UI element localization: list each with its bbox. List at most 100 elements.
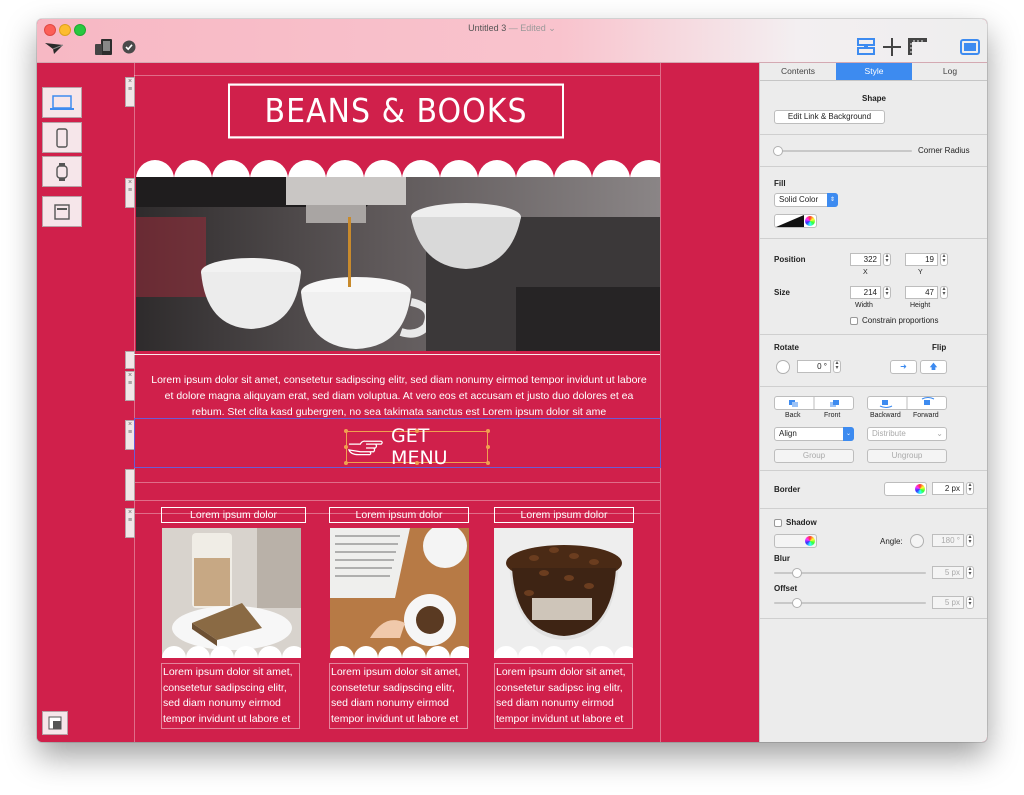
rotate-dial[interactable] <box>776 360 790 374</box>
column-text[interactable]: Lorem ipsum dolor sit amet, consetetur s… <box>494 663 633 729</box>
device-watch-button[interactable] <box>42 156 82 187</box>
latte-cake-photo[interactable] <box>162 528 301 658</box>
handle-drag-icon[interactable]: ≡ <box>128 517 132 524</box>
element-handle[interactable]: × ≡ <box>125 508 135 538</box>
resize-handle[interactable] <box>486 461 490 465</box>
book-coffee-photo[interactable] <box>330 528 469 658</box>
crosshair-icon[interactable] <box>881 37 903 57</box>
resize-handle[interactable] <box>415 461 419 465</box>
border-width-stepper[interactable]: ▴ ▾ <box>966 482 974 495</box>
blur-slider-knob[interactable] <box>792 568 802 578</box>
blur-field[interactable]: 5 px <box>932 566 964 579</box>
edit-link-background-button[interactable]: Edit Link & Background <box>774 110 885 124</box>
size-width-field[interactable]: 214 <box>850 286 881 299</box>
hero-coffee-photo[interactable] <box>136 177 660 351</box>
front-label: Front <box>824 412 841 419</box>
handle-close-icon[interactable]: × <box>128 509 132 516</box>
element-handle[interactable]: × ≡ <box>125 77 135 107</box>
page-settings-button[interactable] <box>42 711 68 735</box>
border-color-swatch[interactable] <box>884 482 927 496</box>
shadow-angle-field[interactable]: 180 ° <box>932 534 964 547</box>
shadow-label: Shadow <box>786 518 817 527</box>
corner-radius-slider-track[interactable] <box>776 150 912 152</box>
resize-handle[interactable] <box>344 461 348 465</box>
handle-drag-icon[interactable]: ≡ <box>128 86 132 93</box>
handle-close-icon[interactable]: × <box>128 372 132 379</box>
ungroup-button[interactable]: Ungroup <box>867 449 947 463</box>
select-chevron-icon: ⇕ <box>827 193 838 207</box>
tab-style[interactable]: Style <box>836 63 912 80</box>
checkmark-icon[interactable] <box>121 39 137 55</box>
element-handle[interactable]: × ≡ <box>125 178 135 208</box>
resize-handle[interactable] <box>415 429 419 433</box>
handle-drag-icon[interactable]: ≡ <box>128 429 132 436</box>
ruler-icon[interactable] <box>907 37 929 57</box>
handle-close-icon[interactable]: × <box>128 78 132 85</box>
position-y-field[interactable]: 19 <box>905 253 938 266</box>
intro-paragraph[interactable]: Lorem ipsum dolor sit amet, consetetur s… <box>147 372 651 420</box>
backward-forward-segmented[interactable] <box>867 396 947 410</box>
column-text[interactable]: Lorem ipsum dolor sit amet, consetetur s… <box>329 663 468 729</box>
size-height-field[interactable]: 47 <box>905 286 938 299</box>
column-heading[interactable]: Lorem ipsum dolor <box>161 507 306 523</box>
distribute-select[interactable]: Distribute ⌄ <box>867 427 947 441</box>
size-height-stepper[interactable]: ▴ ▾ <box>940 286 948 299</box>
resize-handle[interactable] <box>486 429 490 433</box>
resize-handle[interactable] <box>486 445 490 449</box>
rotate-stepper[interactable]: ▴ ▾ <box>833 360 841 373</box>
align-select[interactable]: Align ⌄ <box>774 427 854 441</box>
shadow-color-swatch[interactable] <box>774 534 817 548</box>
inspector-panel-icon[interactable] <box>959 37 981 57</box>
corner-radius-slider-knob[interactable] <box>773 146 783 156</box>
shadow-angle-stepper[interactable]: ▴ ▾ <box>966 534 974 547</box>
position-x-field[interactable]: 322 <box>850 253 881 266</box>
offset-slider-knob[interactable] <box>792 598 802 608</box>
tab-contents[interactable]: Contents <box>760 63 836 80</box>
position-x-stepper[interactable]: ▴ ▾ <box>883 253 891 266</box>
flip-horizontal-button[interactable]: ➜ <box>890 360 917 374</box>
element-handle[interactable]: × ≡ <box>125 371 135 401</box>
shadow-checkbox[interactable] <box>774 519 782 527</box>
handle-drag-icon[interactable]: ≡ <box>128 380 132 387</box>
backward-label: Backward <box>870 412 901 419</box>
constrain-proportions-checkbox[interactable] <box>850 317 858 325</box>
device-phone-button[interactable] <box>42 122 82 153</box>
layout-rows-icon[interactable] <box>855 37 877 57</box>
back-front-segmented[interactable] <box>774 396 854 410</box>
logo-text-box[interactable]: BEANS & BOOKS <box>228 83 564 139</box>
handle-close-icon[interactable]: × <box>128 179 132 186</box>
fill-mode-select[interactable]: Solid Color ⇕ <box>774 193 838 207</box>
color-wheel-icon <box>805 536 815 546</box>
group-button[interactable]: Group <box>774 449 854 463</box>
offset-stepper[interactable]: ▴ ▾ <box>966 596 974 609</box>
get-menu-label: GET MENU <box>391 425 448 469</box>
column-text[interactable]: Lorem ipsum dolor sit amet, consetetur s… <box>161 663 300 729</box>
devices-icon[interactable] <box>93 37 115 57</box>
handle-close-icon[interactable]: × <box>128 421 132 428</box>
design-canvas[interactable]: × ≡ × ≡ × ≡ × ≡ × ≡ BEANS & BOOKS Lorem … <box>37 63 759 742</box>
size-width-stepper[interactable]: ▴ ▾ <box>883 286 891 299</box>
resize-handle[interactable] <box>344 429 348 433</box>
flip-vertical-button[interactable]: 🡅 <box>920 360 947 374</box>
publish-plane-icon[interactable] <box>43 39 65 57</box>
offset-field[interactable]: 5 px <box>932 596 964 609</box>
column-heading[interactable]: Lorem ipsum dolor <box>329 507 469 523</box>
coffee-beans-photo[interactable] <box>494 528 633 658</box>
fill-color-swatch[interactable] <box>774 214 817 228</box>
inspector-tabs: Contents Style Log <box>760 63 987 81</box>
blur-stepper[interactable]: ▴ ▾ <box>966 566 974 579</box>
shadow-angle-dial[interactable] <box>910 534 924 548</box>
tab-log[interactable]: Log <box>912 63 987 80</box>
resize-handle[interactable] <box>344 445 348 449</box>
window-title: Untitled 3 — Edited ⌄ <box>37 23 987 34</box>
border-width-field[interactable]: 2 px <box>932 482 964 495</box>
position-y-stepper[interactable]: ▴ ▾ <box>940 253 948 266</box>
device-laptop-button[interactable] <box>42 87 82 118</box>
title-chevron-icon[interactable]: ⌄ <box>548 23 556 33</box>
column-heading[interactable]: Lorem ipsum dolor <box>494 507 634 523</box>
device-desktop-button[interactable] <box>42 196 82 227</box>
handle-drag-icon[interactable]: ≡ <box>128 187 132 194</box>
element-handle[interactable] <box>125 469 135 501</box>
get-menu-button[interactable]: GET MENU <box>346 425 488 469</box>
rotate-field[interactable]: 0 ° <box>797 360 831 373</box>
